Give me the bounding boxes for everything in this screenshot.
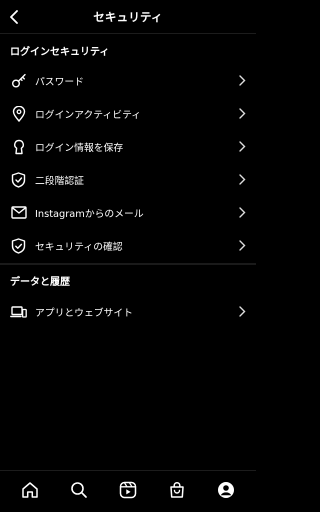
devices-icon [10, 303, 27, 320]
chevron-right-icon [239, 207, 246, 218]
menu-item-label: Instagramからのメール [35, 209, 144, 220]
chevron-right-icon [239, 240, 246, 251]
menu-item-save-login-info[interactable]: ログイン情報を保存 [0, 130, 256, 163]
chevron-right-icon [239, 108, 246, 119]
menu-item-label: セキュリティの確認 [35, 242, 123, 253]
menu-item-apps-websites[interactable]: アプリとウェブサイト [0, 295, 256, 328]
mail-icon [10, 204, 27, 221]
profile-icon [217, 481, 234, 498]
keyhole-icon [10, 138, 27, 155]
bottom-navigation [0, 470, 256, 512]
nav-search[interactable] [66, 477, 92, 503]
menu-item-two-factor-auth[interactable]: 二段階認証 [0, 163, 256, 196]
location-pin-icon [10, 105, 27, 122]
section-divider [0, 263, 256, 265]
menu-item-label: ログインアクティビティ [35, 110, 142, 121]
nav-profile[interactable] [213, 477, 239, 503]
home-icon [22, 481, 39, 498]
shield-tick-icon [10, 237, 27, 254]
menu-item-login-activity[interactable]: ログインアクティビティ [0, 97, 256, 130]
menu-item-password[interactable]: パスワード [0, 64, 256, 97]
menu-item-label: ログイン情報を保存 [35, 143, 124, 154]
section-title-login-security: ログインセキュリティ [10, 47, 110, 58]
menu-item-label: アプリとウェブサイト [35, 308, 133, 319]
chevron-right-icon [239, 174, 246, 185]
menu-item-instagram-emails[interactable]: Instagramからのメール [0, 196, 256, 229]
shield-check-icon [10, 171, 27, 188]
shop-icon [170, 481, 184, 498]
chevron-right-icon [239, 141, 246, 152]
menu-item-label: 二段階認証 [35, 176, 84, 187]
section-title-data-history: データと履歴 [10, 277, 70, 288]
nav-reels[interactable] [115, 477, 141, 503]
top-bar: セキュリティ [0, 0, 256, 34]
nav-home[interactable] [17, 477, 43, 503]
page-title: セキュリティ [93, 10, 163, 24]
chevron-right-icon [239, 306, 246, 317]
search-icon [71, 481, 88, 498]
menu-item-security-checkup[interactable]: セキュリティの確認 [0, 229, 256, 262]
key-icon [10, 72, 27, 89]
reels-icon [119, 481, 137, 498]
chevron-right-icon [239, 75, 246, 86]
menu-item-label: パスワード [35, 77, 84, 88]
nav-shop[interactable] [164, 477, 190, 503]
